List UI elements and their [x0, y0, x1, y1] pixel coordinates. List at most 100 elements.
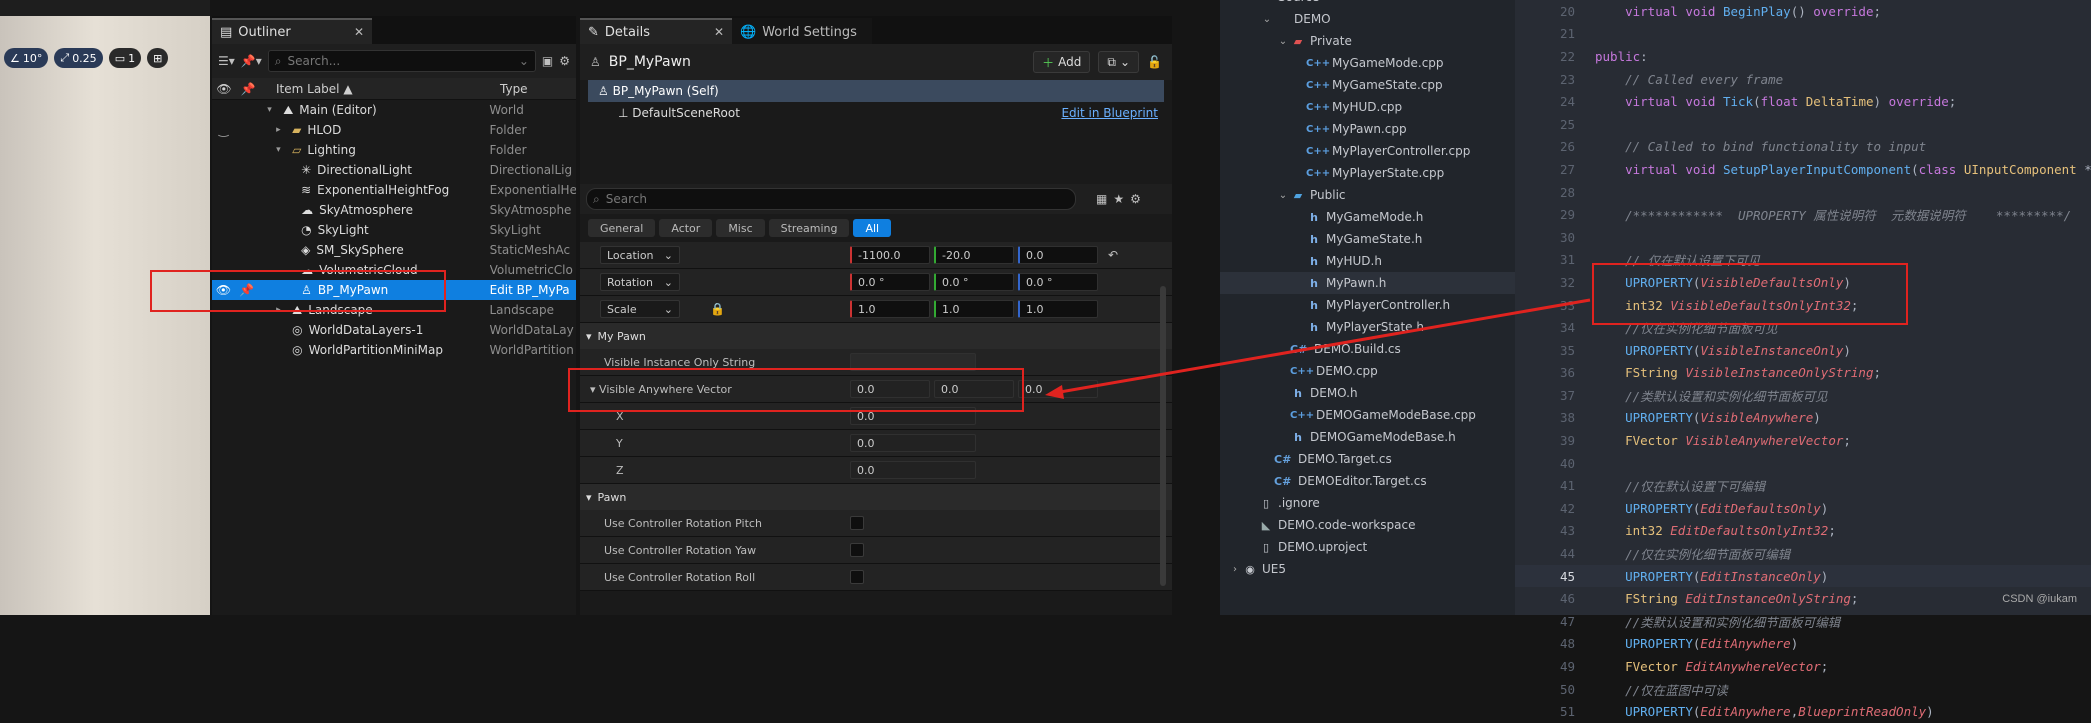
- code-line[interactable]: 40: [1515, 452, 2091, 475]
- pin-icon[interactable]: 📌▾: [241, 54, 262, 68]
- explorer-item[interactable]: C++ DEMO.cpp: [1220, 360, 1515, 382]
- lock-icon[interactable]: 🔓: [1147, 55, 1162, 69]
- code-line[interactable]: 37 //类默认设置和实例化细节面板可见: [1515, 384, 2091, 407]
- details-scrollbar[interactable]: [1160, 286, 1166, 586]
- code-line[interactable]: 27 virtual void SetupPlayerInputComponen…: [1515, 158, 2091, 181]
- filter-all[interactable]: All: [853, 219, 892, 237]
- explorer-item[interactable]: h MyHUD.h: [1220, 250, 1515, 272]
- code-line[interactable]: 25: [1515, 113, 2091, 136]
- explorer-item[interactable]: C# DEMO.Target.cs: [1220, 448, 1515, 470]
- filter-general[interactable]: General: [588, 219, 656, 237]
- column-type[interactable]: Type: [500, 82, 528, 96]
- visibility-slot[interactable]: ‿: [212, 123, 235, 137]
- explorer-item[interactable]: C++ MyPawn.cpp: [1220, 118, 1515, 140]
- scale-dropdown[interactable]: Scale ⌄: [600, 300, 680, 318]
- filter-streaming[interactable]: Streaming: [768, 219, 850, 237]
- table-view-icon[interactable]: ▦: [1096, 192, 1107, 206]
- add-folder-icon[interactable]: ▣: [542, 54, 553, 68]
- explorer-item[interactable]: ▯ .ignore: [1220, 492, 1515, 514]
- layout-button[interactable]: ⊞: [147, 48, 169, 68]
- category-pawn[interactable]: ▾ Pawn: [580, 484, 1172, 510]
- level-viewport[interactable]: ∠ 10° ⤢ 0.25 ▭ 1 ⊞: [0, 0, 210, 615]
- explorer-item[interactable]: C++ MyPlayerState.cpp: [1220, 162, 1515, 184]
- outliner-row[interactable]: ▾ ⛰ Main (Editor) World: [212, 100, 576, 120]
- blueprint-options-button[interactable]: ⧉ ⌄: [1098, 51, 1140, 73]
- outliner-row[interactable]: ☁ SkyAtmosphere SkyAtmosphe: [212, 200, 576, 220]
- pin-column-icon[interactable]: 📌: [236, 82, 260, 96]
- outliner-search-input[interactable]: ⌕ Search... ⌄: [267, 50, 536, 72]
- category-my-pawn[interactable]: ▾ My Pawn: [580, 323, 1172, 349]
- explorer-item[interactable]: C++ MyGameState.cpp: [1220, 74, 1515, 96]
- checkbox[interactable]: [850, 570, 864, 584]
- outliner-row[interactable]: 👁 📌 ♙ BP_MyPawn Edit BP_MyPa: [212, 280, 576, 300]
- code-line[interactable]: 22 public:: [1515, 45, 2091, 68]
- chevron-right-icon[interactable]: ›: [1228, 564, 1242, 575]
- chevron-down-icon[interactable]: ⌄: [1244, 0, 1258, 3]
- explorer-item[interactable]: h MyPawn.h: [1220, 272, 1515, 294]
- eye-icon[interactable]: 👁: [212, 82, 236, 96]
- explorer-item[interactable]: h DEMO.h: [1220, 382, 1515, 404]
- code-line[interactable]: 42 UPROPERTY(EditDefaultsOnly): [1515, 497, 2091, 520]
- explorer-item[interactable]: ⌄ Source: [1220, 0, 1515, 8]
- code-line[interactable]: 51 UPROPERTY(EditAnywhere, BlueprintReadO…: [1515, 700, 2091, 723]
- tab-outliner[interactable]: ▤ Outliner ✕: [212, 18, 372, 44]
- rotation-snap-button[interactable]: ∠ 10°: [4, 48, 49, 68]
- close-icon[interactable]: ✕: [714, 25, 724, 39]
- outliner-row[interactable]: ‿ ▸ ▰ HLOD Folder: [212, 120, 576, 140]
- code-line[interactable]: 34 //仅在实例化细节面板可见: [1515, 316, 2091, 339]
- star-icon[interactable]: ★: [1113, 192, 1124, 206]
- code-line[interactable]: 41 //仅在默认设置下可编辑: [1515, 474, 2091, 497]
- code-line[interactable]: 48 UPROPERTY(EditAnywhere): [1515, 633, 2091, 656]
- explorer-item[interactable]: C++ DEMOGameModeBase.cpp: [1220, 404, 1515, 426]
- outliner-row[interactable]: ≋ ExponentialHeightFog ExponentialHe: [212, 180, 576, 200]
- chevron-down-icon[interactable]: ⌄: [1276, 36, 1290, 47]
- code-line[interactable]: 23 // Called every frame: [1515, 68, 2091, 91]
- code-line[interactable]: 45 UPROPERTY(EditInstanceOnly): [1515, 564, 2091, 588]
- explorer-item[interactable]: h MyPlayerController.h: [1220, 294, 1515, 316]
- explorer-item[interactable]: h MyPlayerState.h: [1220, 316, 1515, 338]
- gear-icon[interactable]: ⚙: [559, 54, 570, 68]
- triangle-down-icon[interactable]: ▾: [276, 145, 286, 155]
- explorer-item[interactable]: ⌄ ▰ Public: [1220, 184, 1515, 206]
- chevron-down-icon[interactable]: ⌄: [1260, 14, 1274, 25]
- eye-icon[interactable]: 👁: [212, 283, 235, 297]
- rotation-x-input[interactable]: 0.0 °: [850, 273, 930, 291]
- code-line[interactable]: 44 //仅在实例化细节面板可编辑: [1515, 542, 2091, 565]
- code-line[interactable]: 26 // Called to bind functionality to in…: [1515, 136, 2091, 159]
- code-line[interactable]: 31 // 仅在默认设置下可见: [1515, 249, 2091, 272]
- explorer-item[interactable]: C# DEMOEditor.Target.cs: [1220, 470, 1515, 492]
- location-x-input[interactable]: -1100.0: [850, 246, 930, 264]
- scale-z-input[interactable]: 1.0: [1018, 300, 1098, 318]
- scale-x-input[interactable]: 1.0: [850, 300, 930, 318]
- close-icon[interactable]: ✕: [354, 25, 364, 39]
- code-line[interactable]: 49 FVector EditAnywhereVector;: [1515, 655, 2091, 678]
- add-component-button[interactable]: ＋ Add: [1033, 51, 1091, 73]
- component-default-scene-root[interactable]: ⊥ DefaultSceneRoot Edit in Blueprint: [588, 102, 1164, 124]
- chevron-down-icon[interactable]: ⌄: [1276, 190, 1290, 201]
- explorer-item[interactable]: ▯ DEMO.uproject: [1220, 536, 1515, 558]
- component-self[interactable]: ♙ BP_MyPawn (Self): [588, 80, 1164, 102]
- code-line[interactable]: 21: [1515, 23, 2091, 46]
- edit-in-blueprint-link[interactable]: Edit in Blueprint: [1061, 106, 1164, 120]
- code-line[interactable]: 32 UPROPERTY(VisibleDefaultsOnly): [1515, 271, 2091, 294]
- explorer-item[interactable]: h MyGameState.h: [1220, 228, 1515, 250]
- camera-speed-button[interactable]: ▭ 1: [108, 48, 142, 68]
- column-item-label[interactable]: Item Label ▲: [260, 82, 500, 96]
- triangle-right-icon[interactable]: ▸: [276, 125, 286, 135]
- triangle-down-icon[interactable]: ▾: [267, 105, 277, 115]
- code-line[interactable]: 35 UPROPERTY(VisibleInstanceOnly): [1515, 339, 2091, 362]
- location-z-input[interactable]: 0.0: [1018, 246, 1098, 264]
- outliner-row[interactable]: ◎ WorldDataLayers-1 WorldDataLay: [212, 320, 576, 340]
- rotation-z-input[interactable]: 0.0 °: [1018, 273, 1098, 291]
- explorer-item[interactable]: h MyGameMode.h: [1220, 206, 1515, 228]
- code-line[interactable]: 43 int32 EditDefaultsOnlyInt32;: [1515, 520, 2091, 543]
- explorer-item[interactable]: h DEMOGameModeBase.h: [1220, 426, 1515, 448]
- tab-details[interactable]: ✎ Details ✕: [580, 18, 732, 44]
- reset-icon[interactable]: ↶: [1108, 248, 1118, 262]
- explorer-item[interactable]: C# DEMO.Build.cs: [1220, 338, 1515, 360]
- filter-actor[interactable]: Actor: [659, 219, 713, 237]
- code-line[interactable]: 39 FVector VisibleAnywhereVector;: [1515, 429, 2091, 452]
- lock-ratio-icon[interactable]: 🔒: [710, 302, 725, 316]
- outliner-row[interactable]: ▾ ▱ Lighting Folder: [212, 140, 576, 160]
- filter-icon[interactable]: ☰▾: [218, 54, 235, 68]
